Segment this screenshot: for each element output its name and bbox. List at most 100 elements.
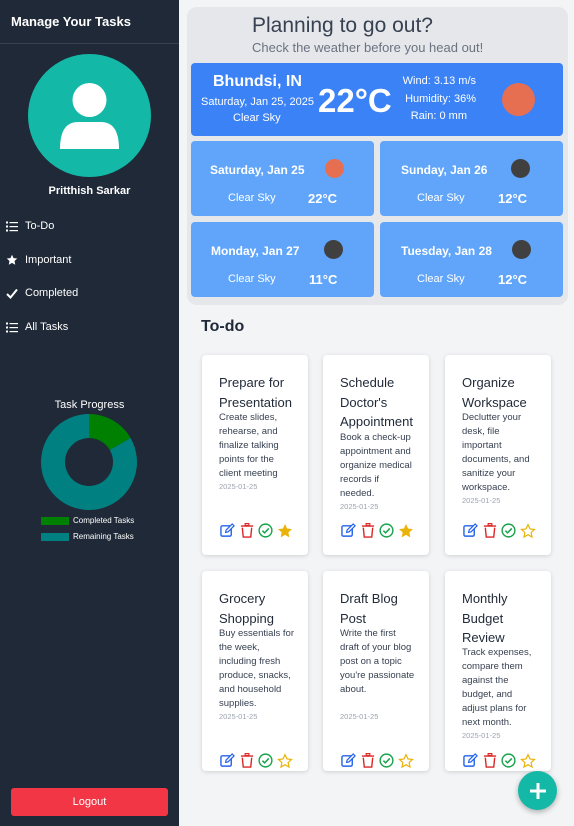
sidebar-item-label: To-Do [25, 220, 55, 232]
edit-button[interactable] [340, 522, 357, 539]
delete-button[interactable] [359, 752, 376, 769]
weather-wind: Wind: 3.13 m/s [402, 75, 476, 87]
task-date: 2025-01-25 [340, 502, 379, 511]
important-star-button[interactable] [397, 752, 414, 769]
weather-status-icon [324, 240, 343, 259]
important-star-button[interactable] [276, 752, 293, 769]
task-actions [340, 522, 414, 539]
forecast-temperature: 12°C [498, 191, 528, 206]
avatar [28, 54, 151, 177]
task-actions [462, 522, 536, 539]
task-description: Book a check-up appointment and organize… [340, 432, 412, 499]
logout-button[interactable]: Logout [11, 788, 168, 816]
forecast-temperature: 11°C [309, 272, 338, 287]
legend-label: Completed Tasks [73, 516, 135, 525]
add-task-button[interactable] [518, 771, 557, 810]
forecast-card: Sunday, Jan 26 Clear Sky 12°C [380, 141, 563, 216]
delete-button[interactable] [481, 752, 498, 769]
forecast-condition: Clear Sky [417, 273, 465, 285]
user-icon [60, 83, 119, 149]
sidebar-item-completed[interactable]: Completed [5, 284, 78, 302]
task-description: Track expenses, compare them against the… [462, 647, 532, 728]
task-title: Draft Blog Post [340, 591, 398, 626]
delete-button[interactable] [481, 522, 498, 539]
task-title: Prepare for Presentation [219, 375, 292, 410]
edit-button[interactable] [462, 522, 479, 539]
task-progress-chart [41, 414, 138, 510]
delete-button[interactable] [359, 522, 376, 539]
task-actions [340, 752, 414, 769]
star-icon [5, 254, 19, 266]
legend-item-completed: Completed Tasks [41, 516, 134, 525]
weather-heading: Planning to go out? [252, 14, 433, 37]
list-check-icon [5, 322, 19, 333]
complete-button[interactable] [378, 522, 395, 539]
edit-button[interactable] [219, 522, 236, 539]
sidebar-item-label: Important [25, 254, 72, 266]
sidebar-divider [0, 43, 179, 44]
task-date: 2025-01-25 [219, 482, 258, 491]
task-date: 2025-01-25 [462, 496, 501, 505]
sidebar-item-important[interactable]: Important [5, 251, 71, 269]
edit-button[interactable] [219, 752, 236, 769]
sun-icon [502, 83, 535, 116]
task-description: Write the first draft of your blog post … [340, 628, 415, 695]
important-star-button[interactable] [397, 522, 414, 539]
sidebar: Manage Your Tasks Pritthish Sarkar To-Do… [0, 0, 179, 826]
forecast-temperature: 12°C [498, 272, 528, 287]
complete-button[interactable] [500, 522, 517, 539]
task-date: 2025-01-25 [219, 712, 258, 721]
sidebar-item-label: All Tasks [25, 321, 69, 333]
legend-swatch [41, 516, 69, 525]
task-card: Organize Workspace Declutter your desk, … [445, 355, 551, 555]
task-title: Schedule Doctor's Appointment [340, 375, 413, 429]
complete-button[interactable] [257, 522, 274, 539]
legend-swatch [41, 532, 69, 541]
delete-button[interactable] [238, 522, 255, 539]
task-description: Buy essentials for the week, including f… [219, 628, 294, 709]
complete-button[interactable] [378, 752, 395, 769]
task-title: Organize Workspace [462, 375, 527, 410]
task-card: Monthly Budget Review Track expenses, co… [445, 571, 551, 771]
legend-item-remaining: Remaining Tasks [41, 532, 134, 541]
important-star-button[interactable] [276, 522, 293, 539]
complete-button[interactable] [257, 752, 274, 769]
sidebar-item-label: Completed [25, 287, 79, 299]
sidebar-title: Manage Your Tasks [11, 14, 131, 29]
weather-rain: Rain: 0 mm [410, 110, 467, 122]
important-star-button[interactable] [519, 752, 536, 769]
sidebar-item-all-tasks[interactable]: All Tasks [5, 318, 68, 336]
list-icon [5, 221, 19, 232]
weather-status-icon [511, 159, 530, 178]
forecast-day: Saturday, Jan 25 [210, 163, 305, 177]
edit-button[interactable] [340, 752, 357, 769]
weather-city: Bhundsi, IN [213, 73, 302, 90]
forecast-card: Tuesday, Jan 28 Clear Sky 12°C [380, 222, 563, 297]
forecast-condition: Clear Sky [228, 192, 276, 204]
complete-button[interactable] [500, 752, 517, 769]
task-description: Declutter your desk, file important docu… [462, 412, 530, 493]
legend-label: Remaining Tasks [73, 532, 134, 541]
forecast-day: Tuesday, Jan 28 [401, 244, 492, 258]
forecast-temperature: 22°C [308, 191, 338, 206]
task-card: Grocery Shopping Buy essentials for the … [202, 571, 308, 771]
task-card: Draft Blog Post Write the first draft of… [323, 571, 429, 771]
weather-date: Saturday, Jan 25, 2025 [201, 96, 314, 108]
forecast-day: Sunday, Jan 26 [401, 163, 488, 177]
sidebar-item-todo[interactable]: To-Do [5, 217, 54, 235]
chart-title: Task Progress [54, 399, 125, 411]
user-name: Pritthish Sarkar [48, 185, 131, 197]
task-title: Monthly Budget Review [462, 591, 508, 645]
edit-button[interactable] [462, 752, 479, 769]
forecast-card: Saturday, Jan 25 Clear Sky 22°C [191, 141, 374, 216]
task-date: 2025-01-25 [462, 731, 501, 740]
forecast-day: Monday, Jan 27 [211, 244, 300, 258]
check-icon [5, 288, 19, 299]
forecast-condition: Clear Sky [417, 192, 465, 204]
forecast-card: Monday, Jan 27 Clear Sky 11°C [191, 222, 374, 297]
delete-button[interactable] [238, 752, 255, 769]
todo-heading: To-do [201, 318, 245, 335]
important-star-button[interactable] [519, 522, 536, 539]
sun-icon [325, 159, 344, 178]
task-card: Prepare for Presentation Create slides, … [202, 355, 308, 555]
